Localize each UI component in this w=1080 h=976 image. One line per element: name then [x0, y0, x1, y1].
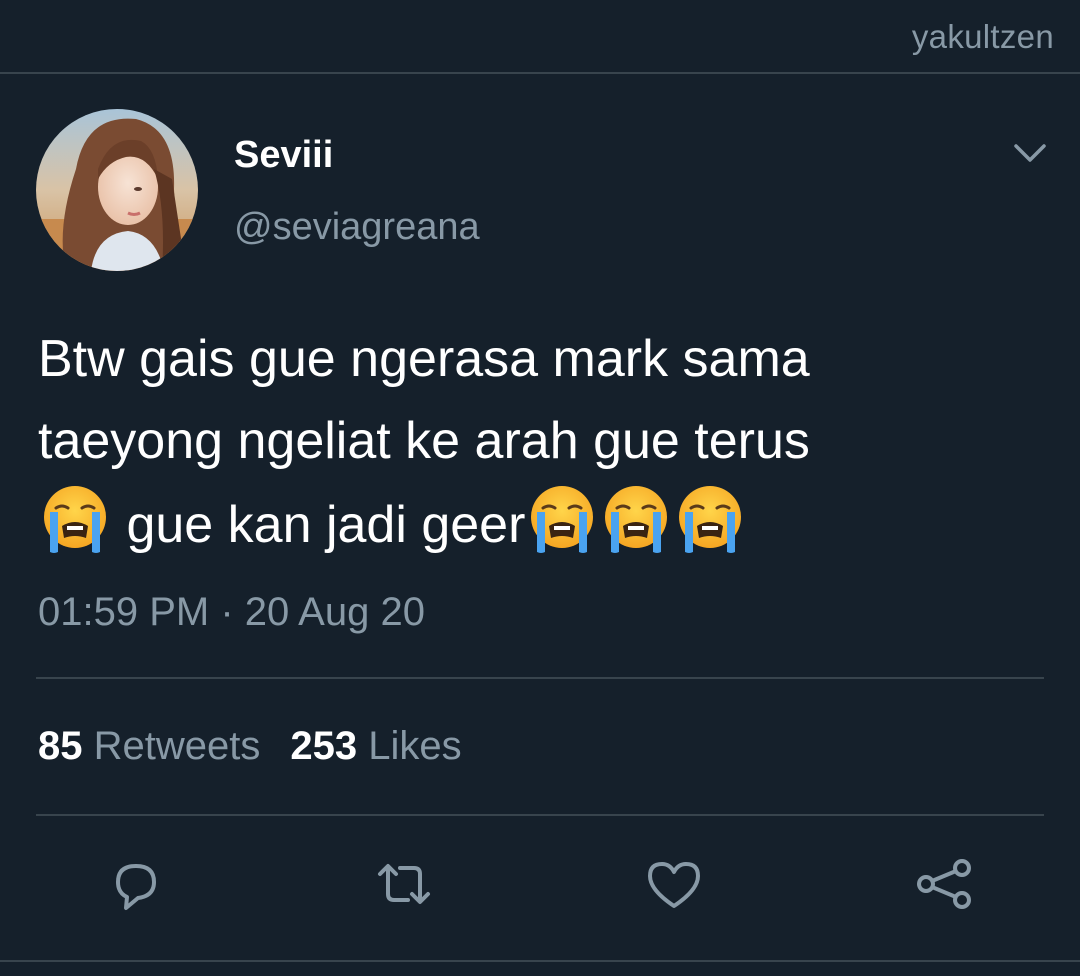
- chevron-down-icon[interactable]: [1010, 138, 1050, 168]
- reply-icon[interactable]: [104, 852, 168, 916]
- likes-count: 253: [290, 724, 358, 768]
- loudly-crying-face-emoji: [38, 482, 112, 556]
- share-icon[interactable]: [912, 852, 976, 916]
- avatar-photo: [36, 109, 198, 271]
- user-handle[interactable]: @seviagreana: [234, 206, 480, 249]
- tweet-text-line: gue kan jadi geer: [38, 482, 1048, 566]
- tweet-stats: 85 Retweets 253 Likes: [38, 724, 462, 769]
- tweet-text-fragment: gue kan jadi geer: [126, 496, 526, 554]
- tweet-text-line: taeyong ngeliat ke arah gue terus: [38, 412, 810, 470]
- tweet-text-line: Btw gais gue ngerasa mark sama: [38, 330, 810, 388]
- display-name[interactable]: Seviii: [234, 134, 333, 177]
- like-icon[interactable]: [642, 852, 706, 916]
- watermark: yakultzen: [911, 18, 1054, 55]
- likes-stat[interactable]: 253 Likes: [290, 724, 461, 768]
- loudly-crying-face-emoji: [525, 482, 599, 556]
- bottom-divider: [0, 960, 1080, 962]
- retweets-stat[interactable]: 85 Retweets: [38, 724, 260, 768]
- tweet-screenshot: yakultzen Seviii @seviagreana Btw gais g…: [0, 0, 1080, 976]
- loudly-crying-face-emoji: [673, 482, 747, 556]
- tweet-text: Btw gais gue ngerasa mark sama taeyong n…: [38, 318, 1048, 566]
- likes-label: Likes: [368, 724, 462, 768]
- avatar[interactable]: [36, 109, 198, 271]
- top-divider: [0, 72, 1080, 74]
- retweets-label: Retweets: [93, 724, 261, 768]
- loudly-crying-face-emoji: [599, 482, 673, 556]
- divider: [36, 814, 1044, 816]
- retweets-count: 85: [38, 724, 83, 768]
- retweet-icon[interactable]: [372, 852, 436, 916]
- tweet-timestamp[interactable]: 01:59 PM · 20 Aug 20: [38, 590, 425, 635]
- divider: [36, 677, 1044, 679]
